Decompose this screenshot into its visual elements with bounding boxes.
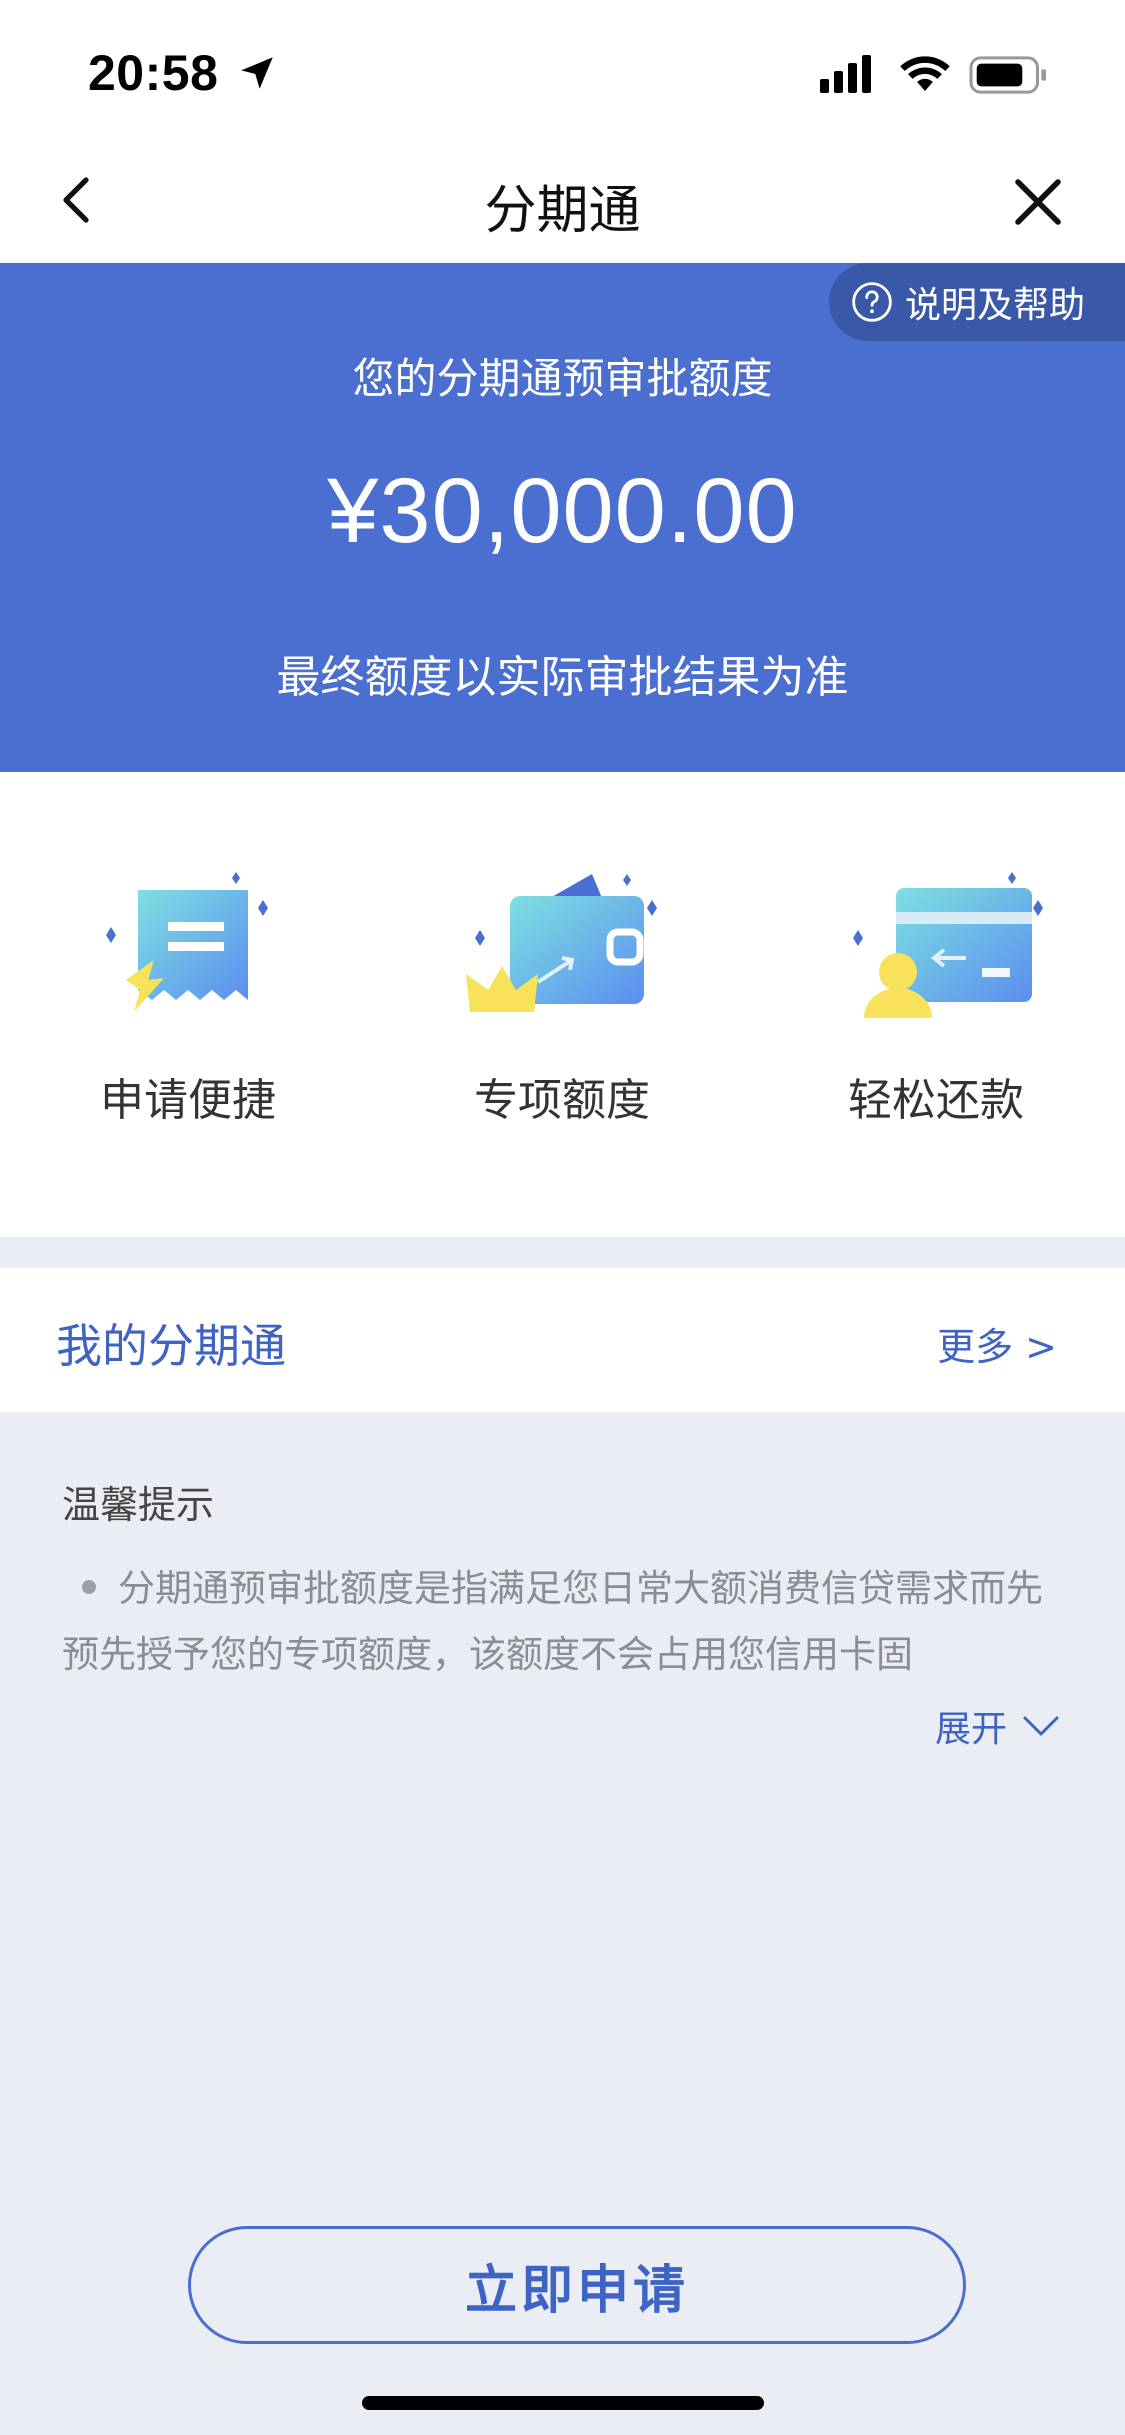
expand-label: 展开: [934, 1709, 1007, 1750]
location-arrow-icon: [241, 57, 273, 89]
feature-label: 专项额度: [474, 1075, 650, 1126]
page-title: 分期通: [484, 181, 641, 241]
fast-apply-icon: [106, 872, 268, 1012]
tips-body: 分期通预审批额度是指满足您日常大额消费信贷需求而先预先授予您的专项额度，该额度不…: [62, 1567, 1043, 1676]
more-link[interactable]: 更多 >: [937, 1316, 1057, 1371]
feature-special-limit: 专项额度: [412, 862, 712, 1128]
battery-icon: [969, 56, 1047, 94]
features-panel: 申请便捷 专项额度 轻松还款: [0, 772, 1125, 1237]
credit-amount: ¥30,000.00: [327, 460, 798, 562]
tips-title: 温馨提示: [62, 1483, 215, 1527]
apply-now-label: 立即申请: [464, 2260, 689, 2321]
credit-subtitle: 您的分期通预审批额度: [352, 354, 773, 403]
nav-bar: 分期通: [0, 140, 1125, 263]
expand-button[interactable]: 展开: [935, 1700, 1061, 1752]
credit-note: 最终额度以实际审批结果为准: [276, 652, 849, 703]
home-indicator: [362, 2396, 764, 2410]
feature-label: 申请便捷: [100, 1075, 276, 1126]
my-installment-title: 我的分期通: [56, 1319, 286, 1373]
status-bar: 20:58: [0, 0, 1125, 140]
tips-text: 分期通预审批额度是指满足您日常大额消费信贷需求而先预先授予您的专项额度，该额度不…: [62, 1556, 1062, 1688]
cellular-signal-icon: [820, 55, 871, 93]
wallet-crown-icon: [466, 874, 657, 1012]
feature-fast-apply: 申请便捷: [38, 862, 338, 1128]
help-label: 说明及帮助: [905, 285, 1086, 326]
feature-label: 轻松还款: [848, 1075, 1024, 1126]
chevron-down-icon: [1023, 1716, 1059, 1736]
credit-banner: 说明及帮助 您的分期通预审批额度 ¥30,000.00 最终额度以实际审批结果为…: [0, 263, 1125, 772]
close-icon[interactable]: [1010, 174, 1066, 230]
my-installment-row[interactable]: 我的分期通 更多 >: [0, 1268, 1125, 1412]
bullet-icon: [82, 1579, 96, 1594]
help-button[interactable]: 说明及帮助: [829, 263, 1125, 341]
feature-easy-repay: 轻松还款: [786, 862, 1086, 1128]
apply-now-button[interactable]: 立即申请: [188, 2226, 966, 2344]
wifi-icon: [900, 56, 950, 91]
status-time: 20:58: [88, 45, 219, 101]
question-circle-icon: [852, 282, 892, 322]
card-repay-icon: [853, 872, 1043, 1018]
